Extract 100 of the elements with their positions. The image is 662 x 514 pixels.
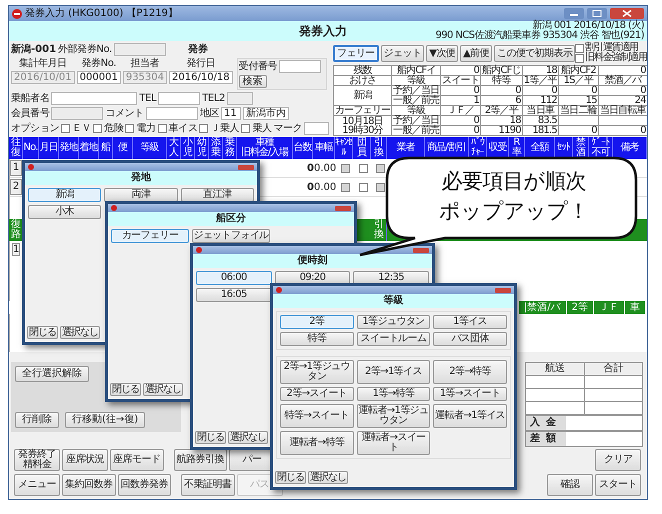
option-button[interactable]: 特等 <box>280 332 354 346</box>
checkbox[interactable] <box>93 124 102 133</box>
maximize-icon[interactable] <box>587 8 607 19</box>
minimize-icon[interactable] <box>564 8 584 19</box>
function-button[interactable]: 確認 <box>547 474 593 496</box>
member-number-field[interactable] <box>51 107 104 120</box>
checkbox[interactable] <box>241 124 250 133</box>
table-cell: 15 <box>558 96 598 106</box>
function-button[interactable]: 回数券発券 <box>118 474 171 496</box>
table-cell: 0 <box>558 126 598 136</box>
close-icon[interactable] <box>335 206 351 210</box>
option-button[interactable]: バス団体 <box>433 332 507 346</box>
navigation-button[interactable]: この便で初期表示 <box>494 44 576 62</box>
option-button[interactable]: 運転者→特等 <box>280 431 354 455</box>
column-header: 車 <box>624 301 645 314</box>
option-button[interactable]: 直江津 <box>180 188 254 202</box>
checkbox-label: 電力 <box>136 122 156 134</box>
option-button[interactable]: スイートルーム <box>356 332 430 346</box>
comment-field[interactable] <box>146 107 198 120</box>
phone-field[interactable] <box>158 92 200 105</box>
table-cell: 当日車 <box>522 106 558 116</box>
search-button[interactable]: 検索 <box>238 75 267 88</box>
popup-footer-button[interactable]: 選択なし <box>143 383 183 396</box>
table-cell: 2等／平 <box>480 106 522 116</box>
option-button[interactable]: 運転者→スイート <box>356 431 430 455</box>
checkbox[interactable] <box>125 124 134 133</box>
close-icon[interactable] <box>238 164 254 170</box>
checkbox[interactable] <box>199 124 208 133</box>
navigation-button[interactable]: ▲前便 <box>460 44 492 62</box>
option-button[interactable]: カーフェリー <box>111 229 189 243</box>
function-button[interactable]: 航路券引換 <box>174 449 227 471</box>
table-cell: 等級 <box>392 76 441 86</box>
table-cell: 1等／平 <box>522 76 558 86</box>
option-button[interactable]: 2等 <box>280 315 354 329</box>
option-button[interactable]: 特等→スイート <box>280 404 354 428</box>
option-button[interactable]: 2等→特等 <box>433 360 507 384</box>
option-button[interactable]: 2等→スイート <box>280 387 354 401</box>
option-button[interactable]: 小木 <box>28 205 102 219</box>
popup-footer-button[interactable]: 選択なし <box>228 431 268 444</box>
option-button[interactable]: 1等→特等 <box>356 387 430 401</box>
popup-footer-button[interactable]: 閉じる <box>275 471 306 484</box>
function-button[interactable]: スタート <box>595 474 641 496</box>
column-header: 合計 <box>584 362 642 376</box>
summary-field[interactable]: 2016/10/18 <box>169 71 233 84</box>
option-button[interactable]: 両津 <box>104 188 178 202</box>
option-button[interactable]: 2等→1等ジュウタン <box>280 360 354 384</box>
route-toggle-button[interactable]: フェリー <box>333 44 379 62</box>
move-row-button[interactable]: 行移動(往→復) <box>65 412 146 428</box>
option-button[interactable]: 16:05 <box>196 288 272 302</box>
checkbox-label: Ｊ乗人 <box>210 122 240 134</box>
area-name-field[interactable]: 新潟市内 <box>243 107 290 120</box>
popup-footer-button[interactable]: 選択なし <box>60 326 100 339</box>
option-button[interactable]: 新潟 <box>28 188 102 202</box>
option-button[interactable]: ジェットフォイル <box>192 229 270 243</box>
checkbox[interactable] <box>358 164 368 172</box>
row-number[interactable]: 2 <box>10 179 22 195</box>
table-cell: 当日二輪 <box>558 106 598 116</box>
row-number[interactable]: 1 <box>12 243 20 256</box>
checkbox-label: 旧料金強制適用 <box>585 53 647 63</box>
function-button[interactable]: 座席モード <box>110 449 164 471</box>
function-button[interactable]: メニュー <box>14 474 60 496</box>
close-icon[interactable] <box>495 288 511 292</box>
option-button[interactable]: 2等→1等イス <box>356 360 430 384</box>
option-button[interactable]: 06:00 <box>196 271 272 285</box>
field-label: 発券No. <box>81 58 116 70</box>
close-icon[interactable] <box>610 8 644 19</box>
popup-footer-button[interactable]: 選択なし <box>308 471 348 484</box>
mark-field[interactable] <box>304 122 329 135</box>
external-number-field[interactable] <box>114 43 166 56</box>
option-button[interactable]: 1等ジュウタン <box>356 315 430 329</box>
area-code-field[interactable]: 11 <box>221 107 242 120</box>
clear-selection-button[interactable]: 全行選択解除 <box>15 366 89 382</box>
function-button[interactable]: 集約回数券 <box>62 474 116 496</box>
route-toggle-button[interactable]: ジェット <box>380 44 424 62</box>
function-button[interactable]: 不乗証明書 <box>181 474 234 496</box>
checkbox[interactable] <box>61 124 70 133</box>
option-button[interactable]: 運転者→1等イス <box>433 404 507 428</box>
passenger-name-field[interactable] <box>51 92 138 105</box>
reception-number-field[interactable] <box>279 60 322 73</box>
function-button[interactable]: 座席状況 <box>62 449 108 471</box>
phone-field[interactable] <box>226 92 253 105</box>
checkbox[interactable] <box>575 54 584 62</box>
summary-field[interactable]: 000001 <box>76 71 121 84</box>
checkbox[interactable] <box>358 182 368 192</box>
popup-footer-button[interactable]: 閉じる <box>110 383 141 396</box>
function-button[interactable]: 発券終了精料金 <box>14 449 60 471</box>
navigation-button[interactable]: ▼次便 <box>426 44 458 62</box>
popup-footer-button[interactable]: 閉じる <box>27 326 58 339</box>
close-icon[interactable] <box>413 248 429 252</box>
table-cell: 1190 <box>480 126 522 136</box>
option-button[interactable]: 1等イス <box>433 315 507 329</box>
option-button[interactable]: 1等→スイート <box>433 387 507 401</box>
checkbox[interactable] <box>575 44 584 52</box>
clear-button[interactable]: クリア <box>595 449 641 471</box>
row-number[interactable]: 1 <box>10 160 22 176</box>
checkbox[interactable] <box>158 124 167 133</box>
field-label: 会員番号 <box>11 108 50 120</box>
popup-footer-button[interactable]: 閉じる <box>195 431 226 444</box>
delete-row-button[interactable]: 行削除 <box>15 412 59 428</box>
option-button[interactable]: 運転者→1等ジュウタン <box>356 404 430 428</box>
